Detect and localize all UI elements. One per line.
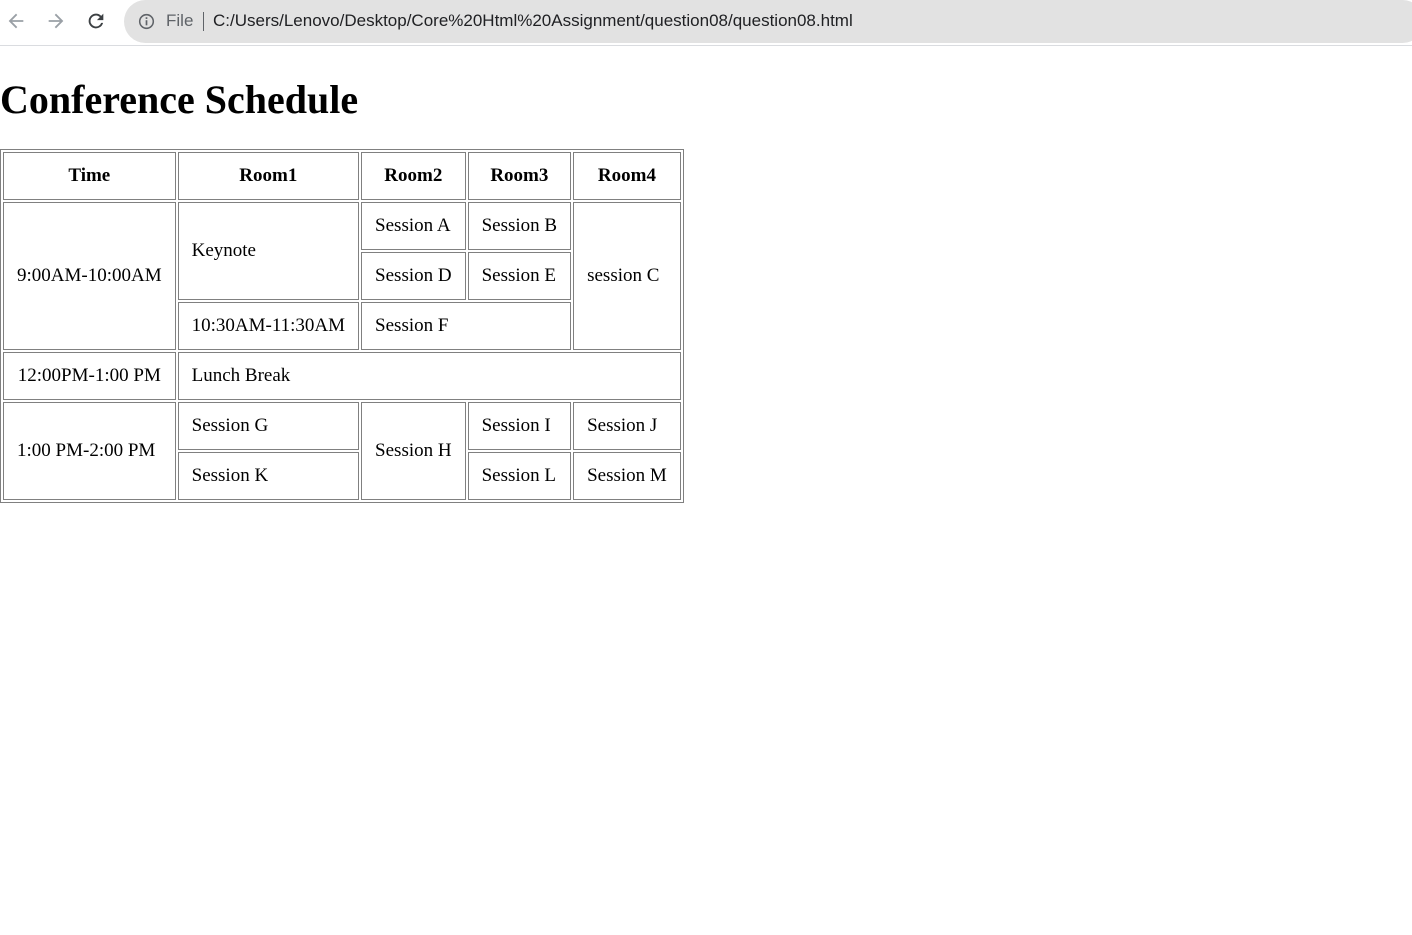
- session-cell: Session E: [467, 252, 572, 300]
- forward-button[interactable]: [42, 7, 70, 35]
- session-cell: Session G: [177, 402, 360, 450]
- schedule-table: Time Room1 Room2 Room3 Room4 9:00AM-10:0…: [0, 149, 684, 503]
- header-row: Time Room1 Room2 Room3 Room4: [3, 152, 681, 200]
- session-cell: Keynote: [177, 202, 360, 300]
- session-cell: session C: [573, 202, 681, 350]
- session-cell: Session D: [361, 252, 466, 300]
- omnibox-divider: [203, 12, 204, 31]
- time-cell: 10:30AM-11:30AM: [177, 302, 360, 350]
- header-room1: Room1: [177, 152, 360, 200]
- break-cell: Lunch Break: [177, 352, 681, 400]
- header-time: Time: [3, 152, 176, 200]
- reload-button[interactable]: [82, 7, 110, 35]
- time-cell: 9:00AM-10:00AM: [3, 202, 176, 350]
- browser-toolbar: File C:/Users/Lenovo/Desktop/Core%20Html…: [0, 0, 1412, 46]
- session-cell: Session J: [573, 402, 681, 450]
- scheme-label: File: [166, 11, 194, 30]
- session-cell: Session I: [467, 402, 572, 450]
- header-room2: Room2: [361, 152, 466, 200]
- table-row: 1:00 PM-2:00 PM Session G Session H Sess…: [3, 402, 681, 500]
- header-room3: Room3: [467, 152, 572, 200]
- time-cell: 12:00PM-1:00 PM: [3, 352, 176, 400]
- arrow-left-icon: [8, 13, 24, 29]
- arrow-right-icon: [48, 13, 64, 29]
- table-row: 9:00AM-10:00AM Keynote Session A Session…: [3, 202, 681, 350]
- reload-icon: [88, 13, 104, 29]
- session-cell: Session M: [573, 452, 681, 500]
- address-bar[interactable]: File C:/Users/Lenovo/Desktop/Core%20Html…: [124, 0, 1412, 43]
- session-cell: Session K: [177, 452, 360, 500]
- session-cell: Session L: [467, 452, 572, 500]
- back-button[interactable]: [2, 7, 30, 35]
- table-row: 12:00PM-1:00 PM Lunch Break: [3, 352, 681, 400]
- session-cell: Session F: [361, 302, 572, 350]
- header-room4: Room4: [573, 152, 681, 200]
- page-title: Conference Schedule: [0, 77, 359, 122]
- session-cell: Session A: [361, 202, 466, 250]
- session-cell: Session B: [467, 202, 572, 250]
- time-cell: 1:00 PM-2:00 PM: [3, 402, 176, 500]
- url-text[interactable]: C:/Users/Lenovo/Desktop/Core%20Html%20As…: [213, 11, 853, 31]
- info-icon[interactable]: [138, 13, 155, 30]
- session-cell: Session H: [361, 402, 466, 500]
